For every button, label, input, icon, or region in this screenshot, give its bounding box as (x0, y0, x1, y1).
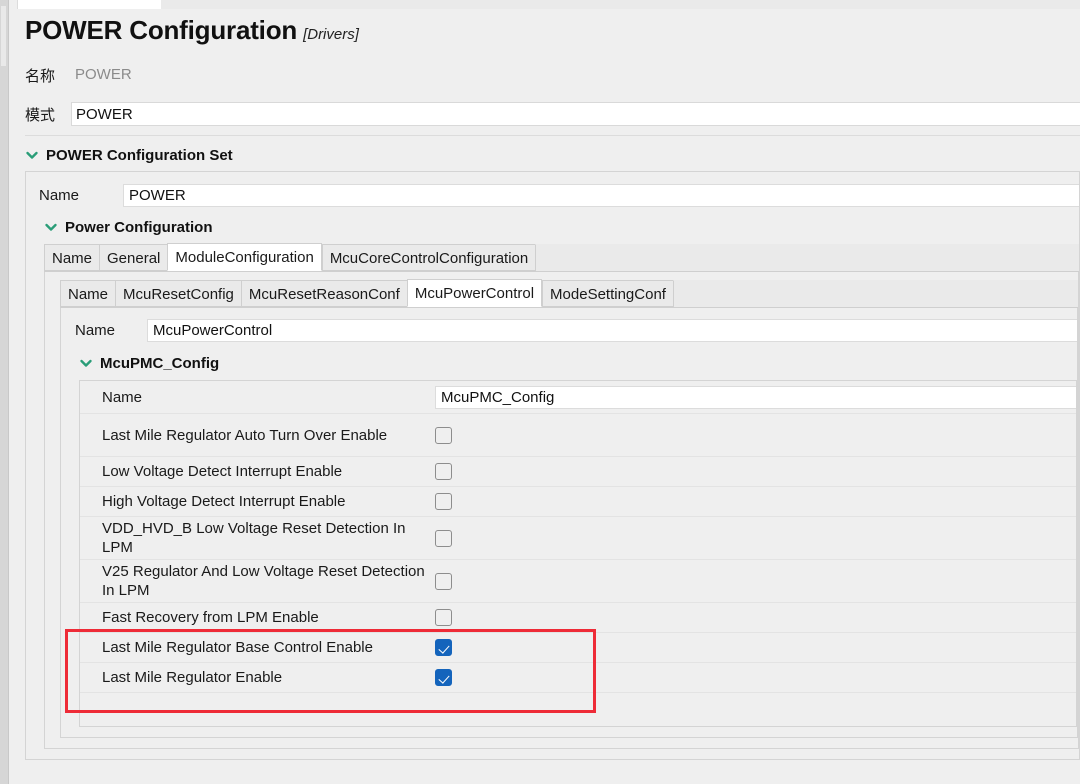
config-set-name-label: Name (39, 186, 80, 204)
page-title: POWER Configuration [Drivers] (25, 15, 359, 46)
tab-name[interactable]: Name (60, 280, 116, 307)
module-configuration-tabstrip[interactable]: Name McuResetConfig McuResetReasonConf McuP… (60, 279, 1078, 308)
editor-active-tab-sliver[interactable] (17, 0, 162, 9)
property-label: V25 Regulator And Low Voltage Reset Dete… (102, 563, 425, 599)
config-set-name-row: Name POWER (39, 182, 1079, 208)
property-checkbox[interactable] (435, 493, 452, 510)
editor-tab-strip-sliver (9, 0, 1080, 10)
tab-label: Name (68, 286, 109, 303)
tab-label: General (107, 250, 161, 267)
tab-general[interactable]: General (99, 244, 168, 271)
tab-mcupowercontrol[interactable]: McuPowerControl (406, 279, 543, 307)
tab-label: McuPowerControl (414, 285, 535, 302)
property-row: V25 Regulator And Low Voltage Reset Dete… (80, 560, 1076, 602)
property-label: VDD_HVD_B Low Voltage Reset Detection In… (102, 520, 406, 556)
property-label: Fast Recovery from LPM Enable (102, 609, 319, 626)
tab-filler (535, 244, 1079, 271)
section-power-configuration-label: Power Configuration (65, 218, 213, 236)
tab-moduleconfiguration[interactable]: ModuleConfiguration (167, 243, 322, 271)
property-checkbox[interactable] (435, 639, 452, 656)
property-row: Last Mile Regulator Auto Turn Over Enabl… (80, 414, 1076, 456)
form-name-value: POWER (71, 63, 1080, 87)
section-mcu-pmc-config[interactable]: McuPMC_Config (79, 352, 219, 374)
tab-label: McuResetConfig (123, 286, 234, 303)
property-row: Last Mile Regulator Base Control Enable (80, 633, 1076, 662)
power-configuration-window: POWER Configuration [Drivers] 名称 POWER 模式… (0, 0, 1080, 784)
row-separator (80, 692, 1076, 693)
property-checkbox[interactable] (435, 572, 452, 590)
property-checkbox[interactable] (435, 426, 452, 444)
mcu-power-control-name-input[interactable]: McuPowerControl (147, 318, 1077, 342)
property-label: Last Mile Regulator Auto Turn Over Enabl… (102, 426, 388, 444)
tab-mcuresetconfig[interactable]: McuResetConfig (115, 280, 241, 307)
mcu-pmc-config-name-input[interactable]: McuPMC_Config (435, 385, 1076, 409)
tab-label: ModuleConfiguration (175, 249, 314, 266)
mcu-pmc-config-name-row: Name McuPMC_Config (80, 381, 1076, 413)
editor-gutter-handle (1, 6, 6, 66)
property-row: VDD_HVD_B Low Voltage Reset Detection In… (80, 517, 1076, 559)
property-label: Low Voltage Detect Interrupt Enable (102, 463, 343, 480)
property-row: Last Mile Regulator Enable (80, 663, 1076, 692)
property-label: Last Mile Regulator Base Control Enable (102, 639, 373, 656)
editor-left-gutter (0, 0, 9, 784)
property-label: Last Mile Regulator Enable (102, 669, 283, 686)
mcu-power-control-name-row: Name McuPowerControl (75, 317, 1077, 343)
power-configuration-tabstrip[interactable]: Name General ModuleConfiguration McuCoreCon… (44, 243, 1079, 272)
form-name-row: 名称 POWER (25, 62, 1080, 88)
property-checkbox[interactable] (435, 669, 452, 686)
property-label: High Voltage Detect Interrupt Enable (102, 493, 346, 510)
page-title-suffix: [Drivers] (303, 26, 359, 43)
tab-label: ModeSettingConf (550, 286, 666, 303)
config-set-name-input[interactable]: POWER (123, 183, 1079, 207)
form-name-label: 名称 (25, 67, 56, 85)
property-row: Fast Recovery from LPM Enable (80, 603, 1076, 632)
chevron-down-icon[interactable] (44, 220, 58, 234)
tab-label: McuResetReasonConf (248, 286, 400, 303)
section-power-configuration-set[interactable]: POWER Configuration Set (25, 144, 233, 166)
section-mcu-pmc-config-label: McuPMC_Config (100, 354, 220, 372)
page-title-text: POWER Configuration (25, 15, 298, 45)
property-checkbox[interactable] (435, 463, 452, 480)
mcu-power-control-panel: Name McuPowerControl McuPMC_Config Name … (60, 308, 1078, 738)
tab-modesettingconf[interactable]: ModeSettingConf (542, 280, 673, 307)
form-mode-row: 模式 POWER (25, 101, 1080, 127)
property-row: High Voltage Detect Interrupt Enable (80, 487, 1076, 516)
chevron-down-icon[interactable] (79, 356, 93, 370)
form-mode-label: 模式 (25, 106, 56, 124)
tab-name[interactable]: Name (44, 244, 100, 271)
tab-label: Name (52, 250, 93, 267)
tab-filler (672, 280, 1078, 307)
property-row: Low Voltage Detect Interrupt Enable (80, 457, 1076, 486)
mcu-pmc-config-property-panel: Name McuPMC_Config Last Mile Regulator A… (79, 380, 1077, 727)
chevron-down-icon[interactable] (25, 148, 39, 162)
property-checkbox[interactable] (435, 609, 452, 626)
tab-mcucorecontrolconfiguration[interactable]: McuCoreControlConfiguration (321, 244, 536, 271)
form-mode-input[interactable]: POWER (71, 102, 1080, 126)
module-configuration-tab-panel: Name McuResetConfig McuResetReasonConf McuP… (44, 272, 1079, 749)
tab-mcuresetreasonconf[interactable]: McuResetReasonConf (240, 280, 407, 307)
property-checkbox[interactable] (435, 529, 452, 547)
form-content: POWER Configuration [Drivers] 名称 POWER 模式… (9, 9, 1080, 784)
power-configuration-set-panel: Name POWER Power Configuration Name Gener… (25, 171, 1080, 760)
section-power-configuration-set-label: POWER Configuration Set (46, 146, 233, 164)
header-divider (25, 135, 1080, 136)
mcu-power-control-name-label: Name (75, 321, 116, 339)
section-power-configuration[interactable]: Power Configuration (44, 216, 213, 238)
tab-label: McuCoreControlConfiguration (329, 250, 529, 267)
mcu-pmc-config-name-label: Name (102, 388, 143, 406)
